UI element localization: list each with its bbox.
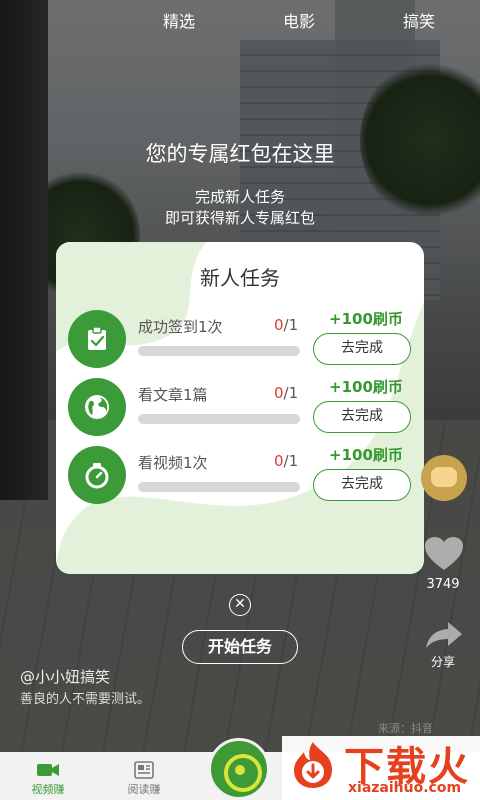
go-complete-button[interactable]: 去完成 <box>313 401 411 433</box>
task-reward: +100刷币 <box>329 378 403 396</box>
tab-funny[interactable]: 搞笑 <box>403 8 435 32</box>
task-item-read-article: 看文章1篇 0/1 +100刷币 去完成 <box>56 376 424 436</box>
brand-domain: xiazaihuo.com <box>348 780 462 796</box>
video-icon <box>37 764 59 776</box>
stopwatch-icon <box>68 446 126 504</box>
top-category-tabs: 精选 电影 搞笑 <box>0 8 480 32</box>
globe-icon <box>68 378 126 436</box>
task-item-checkin: 成功签到1次 0/1 +100刷币 去完成 <box>56 308 424 368</box>
promo-title: 您的专属红包在这里 <box>145 142 335 166</box>
share-label: 分享 <box>430 655 455 669</box>
newbie-task-card: 新人任务 成功签到1次 0/1 +100刷币 去完成 看文章1篇 0/1 +10… <box>56 242 424 574</box>
task-progress-text: 0/1 <box>274 384 299 402</box>
promo-subtitle-line2: 即可获得新人专属红包 <box>164 209 315 227</box>
start-task-button[interactable]: 开始任务 <box>182 630 298 664</box>
task-name: 成功签到1次 <box>138 318 223 336</box>
clipboard-check-icon <box>68 310 126 368</box>
task-progress-bar <box>138 346 300 356</box>
task-reward: +100刷币 <box>329 310 403 328</box>
like-count: 3749 <box>426 577 460 592</box>
nav-label: 视频赚 <box>31 783 65 796</box>
share-arrow-icon[interactable] <box>424 620 464 650</box>
heart-icon[interactable] <box>424 536 464 572</box>
go-complete-button[interactable]: 去完成 <box>313 333 411 365</box>
task-name: 看文章1篇 <box>138 386 208 404</box>
task-progress-bar <box>138 482 300 492</box>
brand-watermark-logo: 下载火 xiazaihuo.com <box>282 736 480 800</box>
newspaper-icon <box>134 761 154 779</box>
video-author[interactable]: @小小妞搞笑 <box>20 666 110 687</box>
close-icon[interactable]: ✕ <box>229 594 251 616</box>
tab-featured[interactable]: 精选 <box>163 8 195 32</box>
nav-item-video-earn[interactable]: 视频赚 <box>3 752 93 800</box>
go-complete-button[interactable]: 去完成 <box>313 469 411 501</box>
flame-download-icon <box>294 742 332 788</box>
task-name: 看视频1次 <box>138 454 208 472</box>
tab-movies[interactable]: 电影 <box>283 8 315 32</box>
video-caption: 善良的人不需要测试。 <box>20 692 151 707</box>
task-progress-bar <box>138 414 300 424</box>
promo-subtitle-line1: 完成新人任务 <box>194 188 285 206</box>
task-progress-text: 0/1 <box>274 316 299 334</box>
task-progress-text: 0/1 <box>274 452 299 470</box>
target-icon[interactable] <box>208 738 270 800</box>
task-reward: +100刷币 <box>329 446 403 464</box>
creator-avatar[interactable] <box>421 455 467 501</box>
nav-label: 阅读赚 <box>127 783 161 796</box>
task-item-watch-video: 看视频1次 0/1 +100刷币 去完成 <box>56 444 424 504</box>
card-title: 新人任务 <box>200 266 280 290</box>
nav-item-read-earn[interactable]: 阅读赚 <box>99 752 189 800</box>
